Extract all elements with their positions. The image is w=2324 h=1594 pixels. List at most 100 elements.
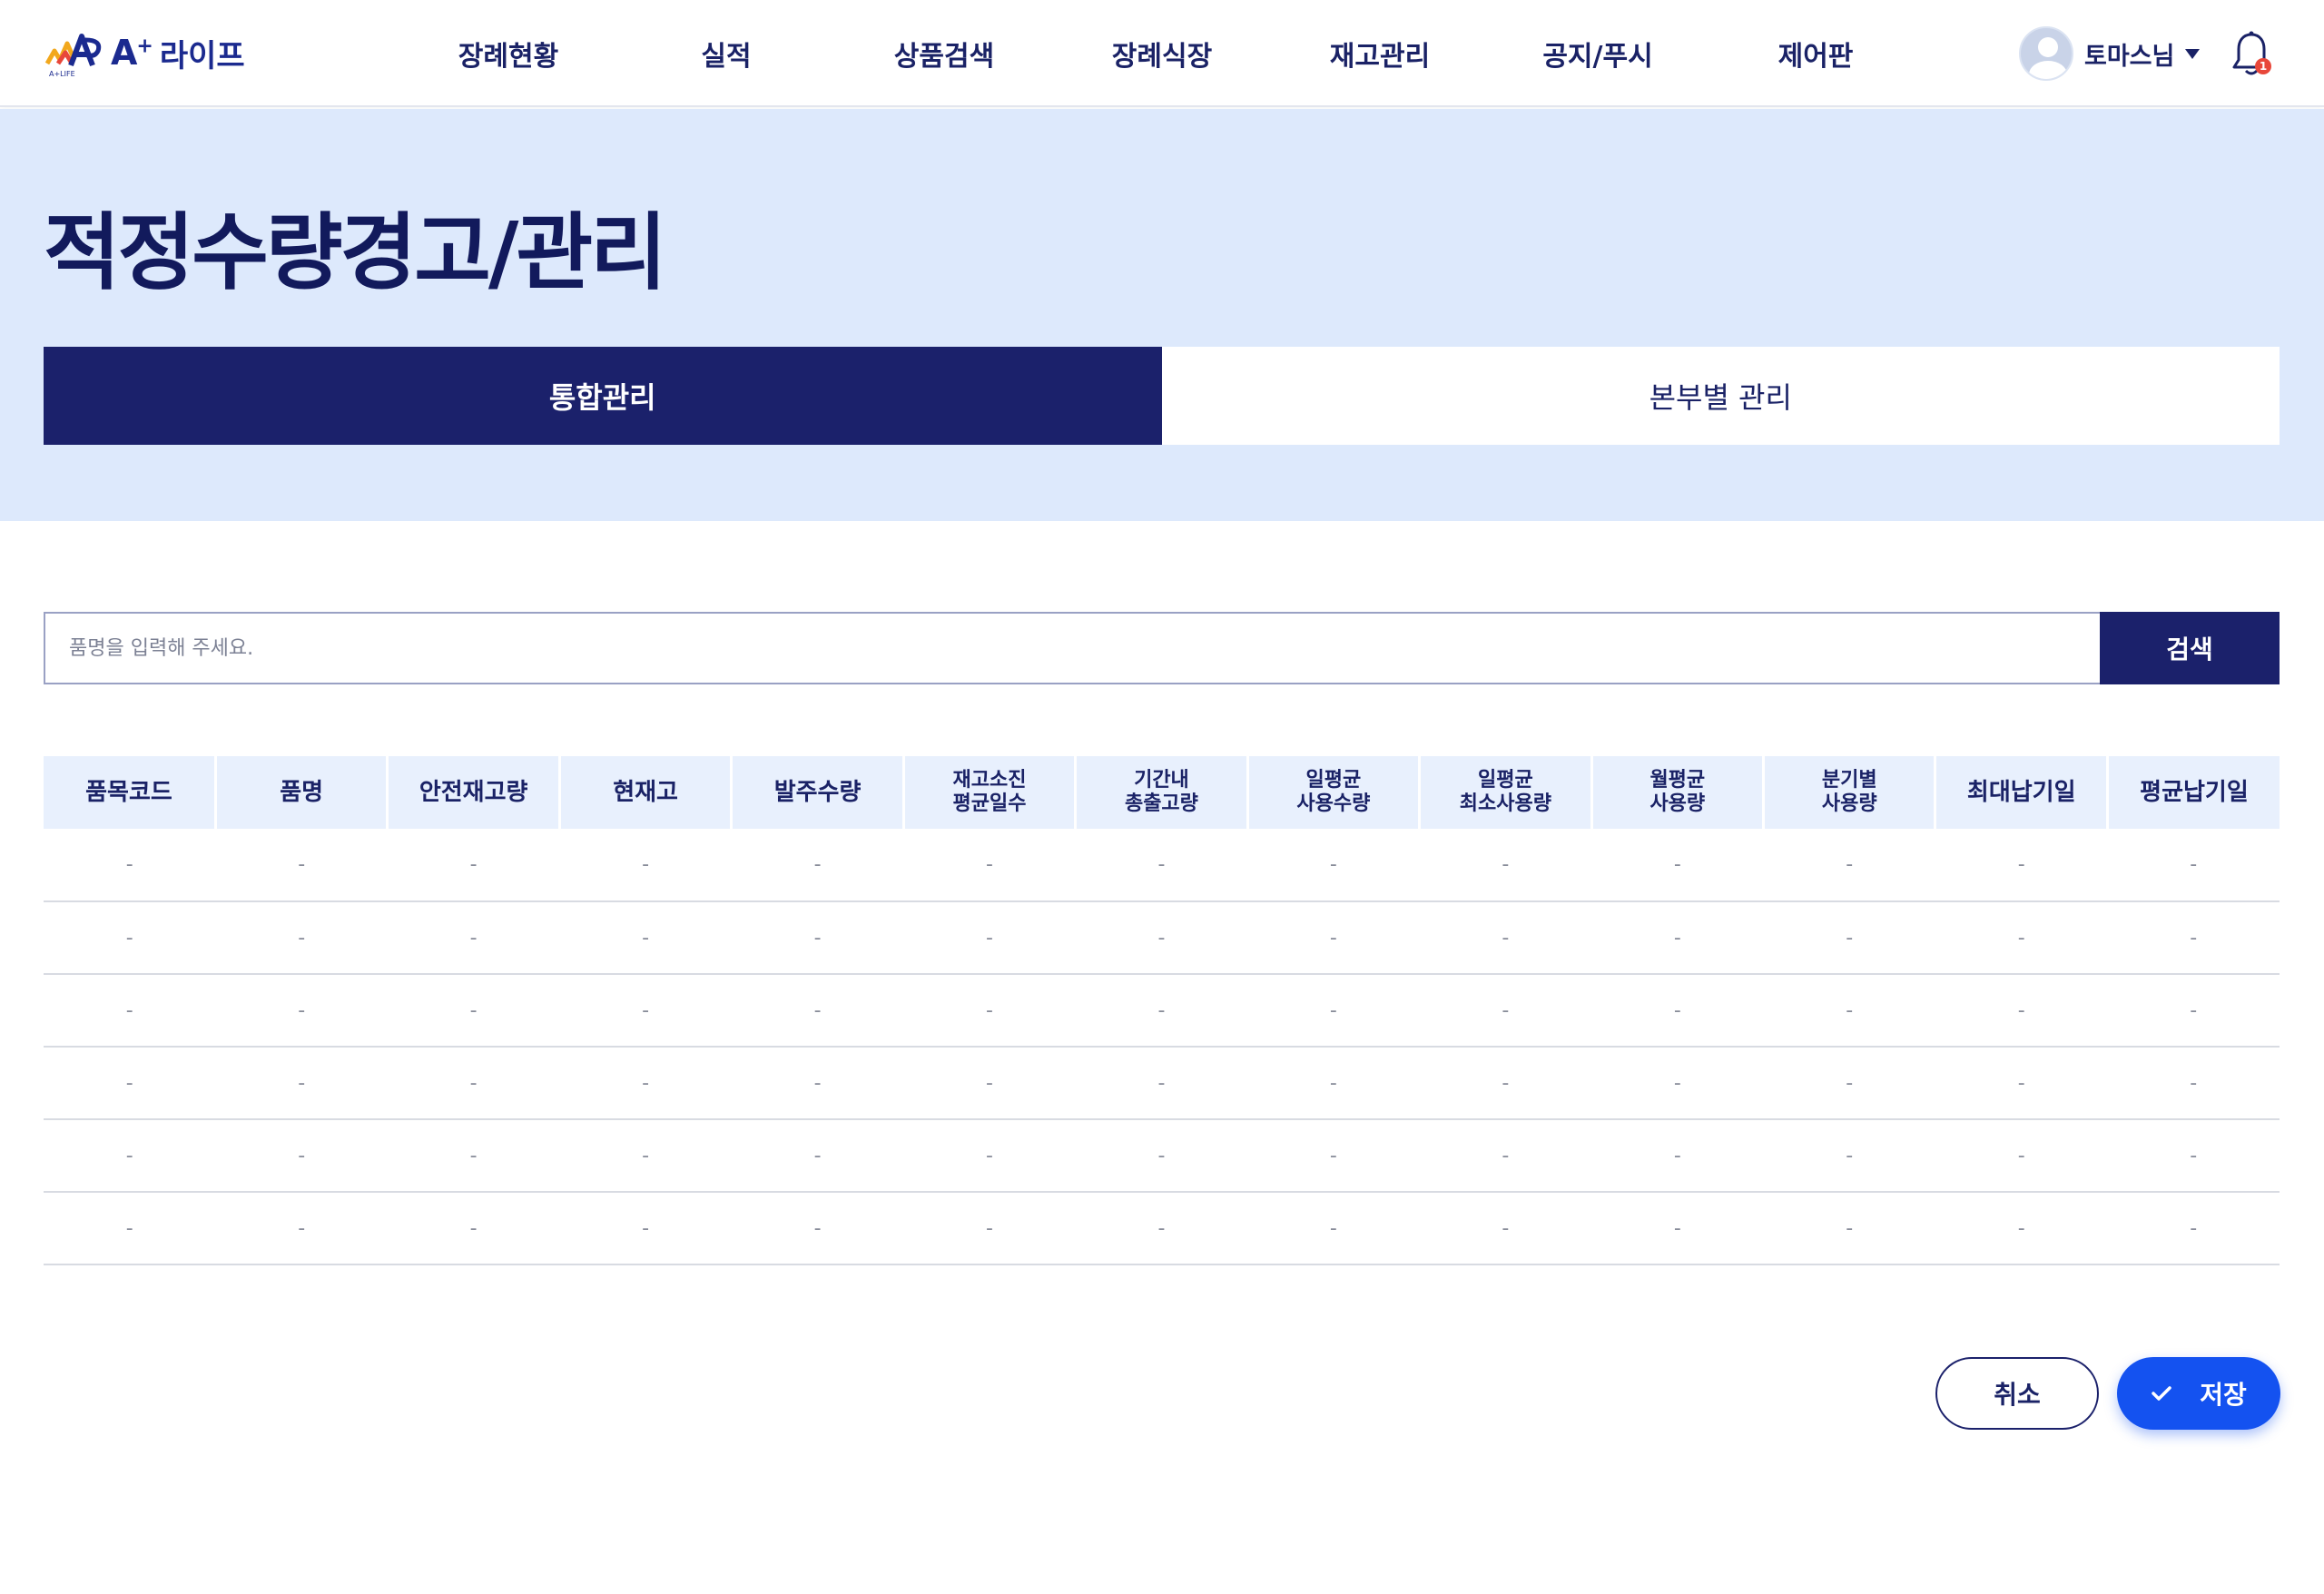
table-cell: - [1935, 1047, 2108, 1120]
user-name: 토마스님 [2084, 42, 2175, 71]
table-cell: - [1591, 829, 1764, 902]
table-cell: - [1247, 1119, 1420, 1193]
table-column-header: 일평균 사용수량 [1247, 756, 1422, 829]
notification-bell-icon[interactable]: 1 [2230, 31, 2273, 78]
table-cell: - [215, 1119, 388, 1193]
table-cell: - [1763, 1047, 1935, 1120]
table-cell: - [44, 901, 216, 975]
top-navigation-bar: A+LIFE A+ 라이프 장례현황 실적 상품검색 장례식장 재고관리 공지/… [0, 0, 2324, 107]
nav-item-control-panel[interactable]: 제어판 [1707, 0, 1925, 107]
table-cell: - [1075, 974, 1248, 1048]
tab-branch-management[interactable]: 본부별 관리 [1161, 347, 2280, 445]
table-cell: - [1075, 901, 1248, 975]
table-cell: - [903, 901, 1076, 975]
table-cell: - [903, 1192, 1076, 1265]
table-cell: - [215, 901, 388, 975]
table-row[interactable]: ------------- [44, 901, 2280, 975]
table-cell: - [215, 829, 388, 902]
nav-item-product-search[interactable]: 상품검색 [835, 0, 1053, 107]
table-cell: - [2107, 1047, 2280, 1120]
user-menu[interactable]: 토마스님 [2019, 25, 2201, 82]
table-cell: - [1763, 1119, 1935, 1193]
table-cell: - [903, 974, 1076, 1048]
table-cell: - [903, 829, 1076, 902]
table-cell: - [215, 1047, 388, 1120]
table-cell: - [1247, 1047, 1420, 1120]
table-column-header: 일평균 최소사용량 [1419, 756, 1593, 829]
nav-item-notice-push[interactable]: 공지/푸시 [1489, 0, 1707, 107]
table-cell: - [2107, 974, 2280, 1048]
table-cell: - [559, 901, 732, 975]
check-icon [2151, 1384, 2172, 1402]
logo-brand-name: 라이프 [159, 37, 245, 74]
logo-mark-icon: A+LIFE [44, 27, 105, 78]
main-nav: 장례현황 실적 상품검색 장례식장 재고관리 공지/푸시 제어판 [399, 0, 1925, 107]
table-row[interactable]: ------------- [44, 829, 2280, 902]
table-column-header: 평균납기일 [2107, 756, 2280, 829]
table-column-header: 최대납기일 [1935, 756, 2109, 829]
table-cell: - [387, 1119, 560, 1193]
table-column-header: 발주수량 [731, 756, 905, 829]
table-cell: - [731, 829, 904, 902]
table-cell: - [903, 1119, 1076, 1193]
logo[interactable]: A+LIFE A+ 라이프 [44, 27, 245, 78]
table-cell: - [1075, 1119, 1248, 1193]
table-cell: - [1763, 974, 1935, 1048]
nav-item-funeral-status[interactable]: 장례현황 [399, 0, 617, 107]
page-title: 적정수량경고/관리 [44, 204, 667, 301]
logo-sub-text: A+LIFE [49, 70, 75, 78]
table-cell: - [387, 829, 560, 902]
table-cell: - [1935, 1119, 2108, 1193]
table-cell: - [1247, 974, 1420, 1048]
table-cell: - [731, 1192, 904, 1265]
logo-brand-letter: A [111, 33, 137, 73]
table-cell: - [1247, 901, 1420, 975]
table-cell: - [1247, 1192, 1420, 1265]
nav-item-inventory[interactable]: 재고관리 [1271, 0, 1489, 107]
table-cell: - [387, 901, 560, 975]
table-row[interactable]: ------------- [44, 974, 2280, 1048]
tab-integrated-management[interactable]: 통합관리 [44, 347, 1162, 445]
table-cell: - [2107, 829, 2280, 902]
notification-badge: 1 [2255, 58, 2271, 74]
table-cell: - [1591, 974, 1764, 1048]
table-column-header: 기간내 총출고량 [1075, 756, 1249, 829]
table-cell: - [2107, 1192, 2280, 1265]
table-cell: - [903, 1047, 1076, 1120]
logo-brand: A+ [111, 33, 153, 73]
table-cell: - [215, 974, 388, 1048]
table-row[interactable]: ------------- [44, 1119, 2280, 1193]
table-cell: - [2107, 1119, 2280, 1193]
table-cell: - [559, 1192, 732, 1265]
table-body: ----------------------------------------… [44, 829, 2280, 1265]
table-column-header: 월평균 사용량 [1591, 756, 1766, 829]
table-column-header: 품명 [215, 756, 389, 829]
stock-table: 품목코드 품명 안전재고량 현재고 발주수량 재고소진 평균일수 기간내 총출고량 일평균 사… [44, 756, 2280, 1265]
table-cell: - [1419, 829, 1592, 902]
table-cell: - [559, 1047, 732, 1120]
nav-item-performance[interactable]: 실적 [617, 0, 835, 107]
page-hero: 적정수량경고/관리 통합관리 본부별 관리 [0, 109, 2324, 521]
table-cell: - [1591, 1047, 1764, 1120]
table-cell: - [387, 1192, 560, 1265]
table-row[interactable]: ------------- [44, 1047, 2280, 1120]
cancel-button[interactable]: 취소 [1935, 1357, 2099, 1430]
table-cell: - [559, 1119, 732, 1193]
table-cell: - [2107, 901, 2280, 975]
save-button[interactable]: 저장 [2117, 1357, 2280, 1430]
table-row[interactable]: ------------- [44, 1192, 2280, 1265]
table-cell: - [1763, 901, 1935, 975]
table-cell: - [1935, 974, 2108, 1048]
search-button[interactable]: 검색 [2100, 612, 2280, 684]
search-bar: 검색 [44, 612, 2280, 684]
table-cell: - [1247, 829, 1420, 902]
table-cell: - [1075, 829, 1248, 902]
logo-brand-plus: + [136, 34, 153, 58]
search-input[interactable] [44, 612, 2100, 684]
table-cell: - [215, 1192, 388, 1265]
nav-item-funeral-hall[interactable]: 장례식장 [1053, 0, 1271, 107]
table-cell: - [731, 901, 904, 975]
table-cell: - [44, 1119, 216, 1193]
table-cell: - [1419, 1119, 1592, 1193]
tab-bar: 통합관리 본부별 관리 [44, 347, 2280, 445]
